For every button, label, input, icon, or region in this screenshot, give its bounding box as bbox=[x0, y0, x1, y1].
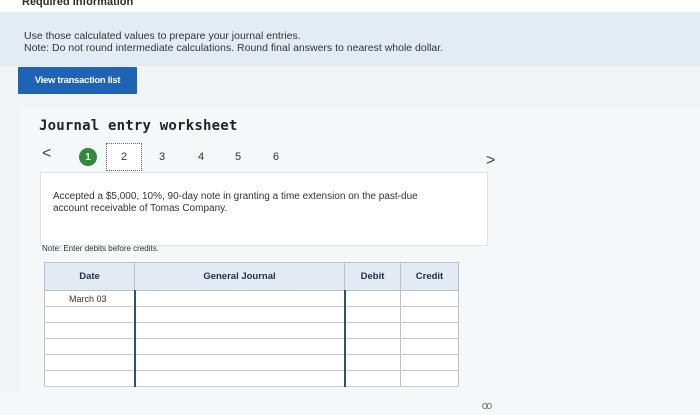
debit-input[interactable] bbox=[344, 354, 401, 371]
footer-area bbox=[0, 392, 700, 415]
debits-note: Note: Enter debits before credits. bbox=[42, 244, 159, 253]
transaction-description-box: Accepted a $5,000, 10%, 90-day note in g… bbox=[40, 172, 488, 246]
table-row: March 03 bbox=[44, 290, 459, 307]
account-select[interactable] bbox=[133, 306, 346, 323]
required-info-title: Required information bbox=[22, 0, 134, 8]
instructions-box: Use those calculated values to prepare y… bbox=[0, 12, 700, 66]
previous-icon[interactable]: < bbox=[42, 145, 51, 163]
date-cell bbox=[44, 306, 135, 323]
transaction-description: Accepted a $5,000, 10%, 90-day note in g… bbox=[53, 191, 418, 214]
link-icon bbox=[482, 402, 492, 413]
step-6-tab[interactable]: 6 bbox=[273, 151, 279, 163]
debit-input[interactable] bbox=[344, 306, 401, 323]
step-2-tab[interactable]: 2 bbox=[106, 143, 142, 171]
credit-input[interactable] bbox=[400, 370, 459, 387]
date-cell bbox=[44, 354, 135, 371]
credit-input[interactable] bbox=[400, 338, 459, 355]
step-1-badge[interactable]: 1 bbox=[79, 148, 97, 166]
rounding-note: Note: Do not round intermediate calculat… bbox=[24, 42, 444, 54]
table-row bbox=[44, 338, 459, 355]
date-cell bbox=[44, 370, 135, 387]
debit-input[interactable] bbox=[344, 322, 401, 339]
required-info-header: Required information bbox=[0, 0, 700, 12]
general-journal-column-header: General Journal bbox=[134, 262, 345, 291]
date-column-header: Date bbox=[44, 262, 135, 291]
debit-input[interactable] bbox=[344, 290, 401, 307]
date-cell bbox=[44, 322, 135, 339]
step-3-tab[interactable]: 3 bbox=[159, 151, 165, 163]
credit-input[interactable] bbox=[400, 306, 459, 323]
debit-input[interactable] bbox=[344, 338, 401, 355]
credit-input[interactable] bbox=[400, 322, 459, 339]
step-4-tab[interactable]: 4 bbox=[198, 151, 204, 163]
date-cell: March 03 bbox=[44, 290, 135, 307]
credit-input[interactable] bbox=[400, 290, 459, 307]
worksheet-title: Journal entry worksheet bbox=[39, 118, 238, 134]
credit-column-header: Credit bbox=[400, 262, 459, 291]
date-cell bbox=[44, 338, 135, 355]
next-icon[interactable]: > bbox=[486, 152, 495, 170]
account-select[interactable] bbox=[133, 322, 346, 339]
account-select[interactable] bbox=[133, 338, 346, 355]
journal-table: Date General Journal Debit Credit March … bbox=[44, 262, 459, 387]
account-select[interactable] bbox=[133, 290, 346, 307]
account-select[interactable] bbox=[133, 370, 346, 387]
table-row bbox=[44, 306, 459, 323]
table-row bbox=[44, 354, 459, 371]
table-row bbox=[44, 370, 459, 387]
credit-input[interactable] bbox=[400, 354, 459, 371]
instruction-text: Use those calculated values to prepare y… bbox=[24, 30, 301, 42]
view-transaction-list-button[interactable]: View transaction list bbox=[18, 67, 137, 94]
table-row bbox=[44, 322, 459, 339]
debit-input[interactable] bbox=[344, 370, 401, 387]
step-5-tab[interactable]: 5 bbox=[235, 151, 241, 163]
debit-column-header: Debit bbox=[344, 262, 401, 291]
account-select[interactable] bbox=[133, 354, 346, 371]
